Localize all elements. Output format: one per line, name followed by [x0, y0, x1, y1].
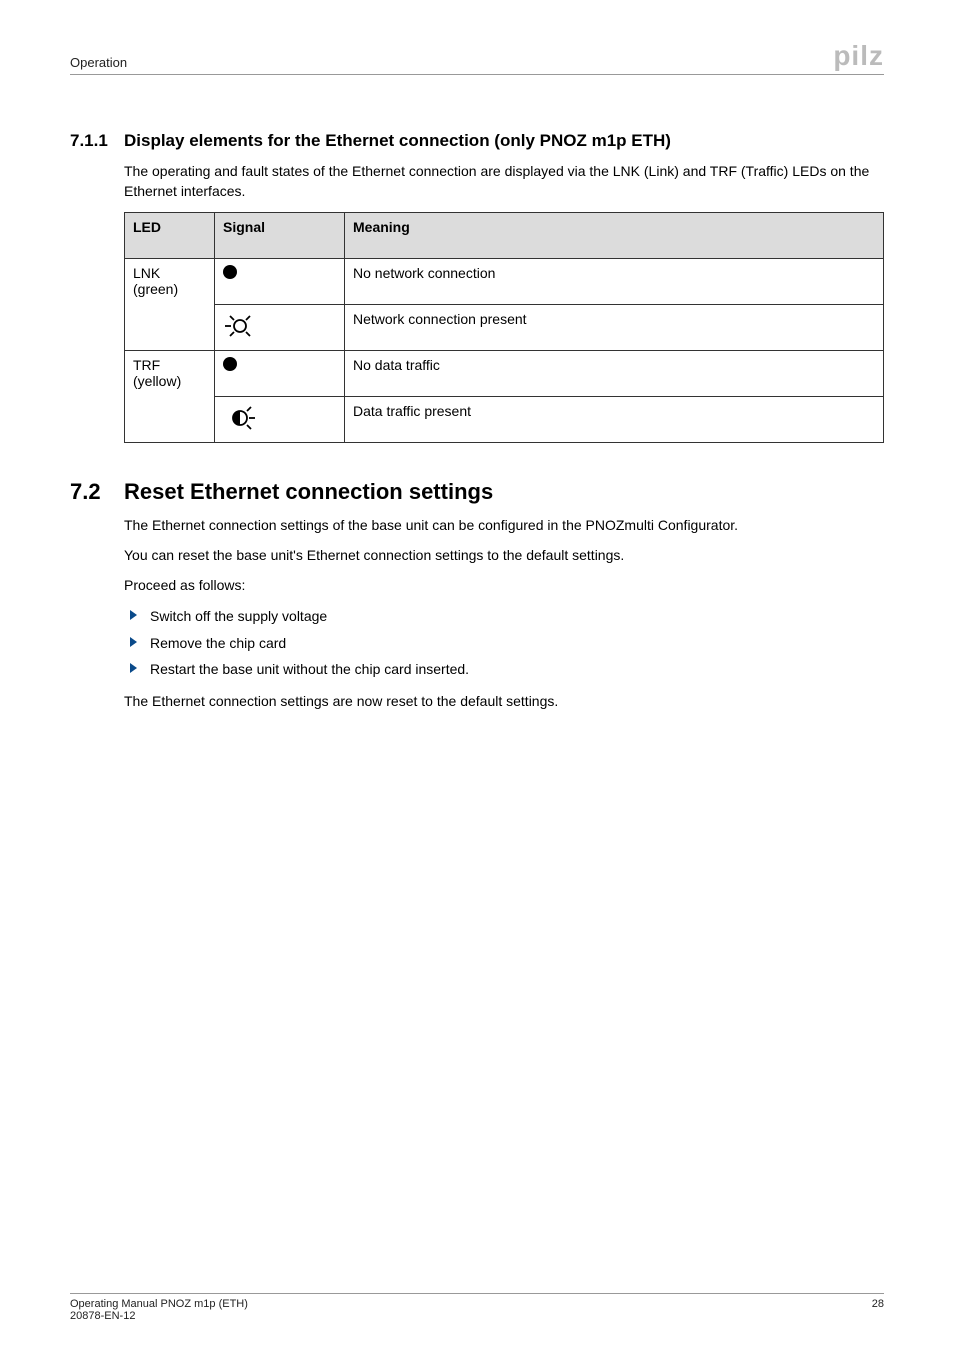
- section-7-2-body: The Ethernet connection settings of the …: [124, 515, 884, 711]
- section-7-1-1-heading: 7.1.1 Display elements for the Ethernet …: [70, 131, 884, 151]
- section-7-2-heading: 7.2 Reset Ethernet connection settings: [70, 479, 884, 505]
- paragraph: Proceed as follows:: [124, 575, 884, 595]
- section-number: 7.1.1: [70, 131, 124, 151]
- table-row: LNK (green) No network connection: [125, 258, 884, 304]
- section-title: Display elements for the Ethernet connec…: [124, 131, 884, 151]
- procedure-list: Switch off the supply voltage Remove the…: [124, 605, 884, 680]
- footer-doc-title: Operating Manual PNOZ m1p (ETH): [70, 1298, 248, 1310]
- cell-signal: [215, 258, 345, 304]
- list-item: Remove the chip card: [124, 632, 884, 654]
- cell-signal: [215, 304, 345, 350]
- paragraph: The Ethernet connection settings of the …: [124, 515, 884, 535]
- th-signal: Signal: [215, 212, 345, 258]
- list-item: Switch off the supply voltage: [124, 605, 884, 627]
- list-item: Restart the base unit without the chip c…: [124, 658, 884, 680]
- section-7-1-1-body: The operating and fault states of the Et…: [124, 161, 884, 443]
- table-row: Data traffic present: [125, 396, 884, 442]
- cell-signal: [215, 396, 345, 442]
- cell-signal: [215, 350, 345, 396]
- paragraph: The Ethernet connection settings are now…: [124, 691, 884, 711]
- cell-meaning: Data traffic present: [345, 396, 884, 442]
- cell-meaning: Network connection present: [345, 304, 884, 350]
- footer-doc-id: 20878-EN-12: [70, 1310, 248, 1322]
- page-number: 28: [872, 1298, 884, 1310]
- section-number: 7.2: [70, 479, 124, 505]
- led-table: LED Signal Meaning LNK (green) No networ…: [124, 212, 884, 443]
- running-head: Operation: [70, 55, 127, 70]
- paragraph: You can reset the base unit's Ethernet c…: [124, 545, 884, 565]
- led-on-icon: [223, 265, 237, 279]
- section-title: Reset Ethernet connection settings: [124, 479, 884, 505]
- led-on-rays-icon: [223, 311, 257, 344]
- cell-led: TRF (yellow): [125, 350, 215, 442]
- cell-meaning: No network connection: [345, 258, 884, 304]
- cell-meaning: No data traffic: [345, 350, 884, 396]
- page-footer: Operating Manual PNOZ m1p (ETH) 20878-EN…: [70, 1293, 884, 1322]
- table-row: TRF (yellow) No data traffic: [125, 350, 884, 396]
- led-on-icon: [223, 357, 237, 371]
- pilz-logo: pilz: [833, 40, 884, 72]
- table-header-row: LED Signal Meaning: [125, 212, 884, 258]
- page-header: Operation pilz: [70, 38, 884, 75]
- th-led: LED: [125, 212, 215, 258]
- intro-paragraph: The operating and fault states of the Et…: [124, 161, 884, 202]
- th-meaning: Meaning: [345, 212, 884, 258]
- led-half-rays-icon: [223, 403, 257, 436]
- cell-led: LNK (green): [125, 258, 215, 350]
- table-row: Network connection present: [125, 304, 884, 350]
